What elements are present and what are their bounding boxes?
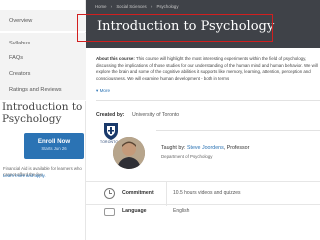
divider bbox=[96, 100, 320, 101]
breadcrumb-social-sciences[interactable]: Social Sciences bbox=[116, 4, 146, 9]
more-label: More bbox=[99, 88, 111, 93]
language-label: Language bbox=[122, 208, 147, 214]
about-heading: About this course: bbox=[96, 56, 135, 61]
about-course: About this course: This course will high… bbox=[96, 56, 320, 88]
breadcrumb-separator: › bbox=[110, 4, 113, 9]
course-hero: Home › Social Sciences › Psychology Intr… bbox=[86, 0, 320, 48]
chevron-down-icon: ▾ bbox=[96, 88, 99, 93]
commitment-value: 10.5 hours videos and quizzes bbox=[173, 190, 241, 196]
column-divider bbox=[166, 182, 167, 206]
university-crest-icon bbox=[104, 123, 118, 140]
created-by-value[interactable]: University of Toronto bbox=[132, 112, 179, 118]
financial-aid-link[interactable]: Learn more and apply. bbox=[3, 173, 46, 178]
language-row: Language English bbox=[86, 205, 320, 240]
instructor-photo-icon bbox=[113, 137, 145, 169]
sidebar-item-overview[interactable]: Overview bbox=[0, 10, 86, 32]
instructor-role: , Professor bbox=[223, 145, 250, 151]
taught-by-label: Taught by: bbox=[161, 145, 186, 151]
instructor-avatar bbox=[113, 137, 145, 169]
course-sidebar: Overview Syllabus FAQs Creators Ratings … bbox=[0, 0, 86, 240]
course-main: Home › Social Sciences › Psychology Intr… bbox=[86, 0, 320, 240]
language-icon bbox=[104, 208, 115, 216]
page-title: Introduction to Psychology bbox=[97, 19, 275, 34]
commitment-row: Commitment 10.5 hours videos and quizzes bbox=[86, 181, 320, 206]
enroll-start-date: Starts Jun 26 bbox=[41, 146, 67, 151]
language-value: English bbox=[173, 208, 190, 214]
commitment-label: Commitment bbox=[122, 190, 154, 196]
instructor-department: Department of Psychology bbox=[161, 154, 213, 159]
clock-icon bbox=[104, 188, 115, 199]
created-by-label: Created by: bbox=[96, 112, 125, 118]
more-link[interactable]: ▾ More bbox=[96, 88, 110, 94]
breadcrumb-home[interactable]: Home bbox=[95, 4, 106, 9]
breadcrumb: Home › Social Sciences › Psychology bbox=[95, 4, 181, 9]
breadcrumb-separator: › bbox=[150, 4, 153, 9]
breadcrumb-psychology[interactable]: Psychology bbox=[157, 4, 179, 9]
enroll-label: Enroll Now bbox=[37, 138, 71, 145]
instructor-line: Taught by: Steve Joordens, Professor bbox=[161, 145, 249, 151]
sidebar-item-ratings[interactable]: Ratings and Reviews bbox=[0, 79, 86, 101]
sidebar-course-title: Introduction to Psychology bbox=[2, 101, 83, 125]
divider bbox=[156, 130, 320, 131]
instructor-name[interactable]: Steve Joordens bbox=[187, 145, 224, 151]
enroll-button[interactable]: Enroll Now Starts Jun 26 bbox=[24, 133, 84, 159]
